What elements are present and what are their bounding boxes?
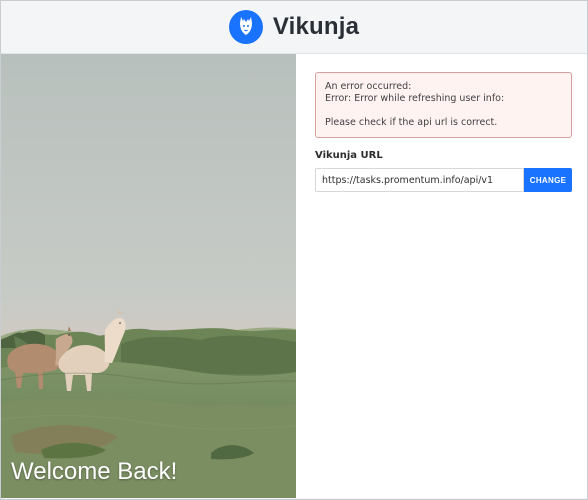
login-content: Welcome Back! An error occurred: Error: … <box>1 53 587 498</box>
login-panel: An error occurred: Error: Error while re… <box>315 72 572 192</box>
vikunja-url-label: Vikunja URL <box>315 150 383 161</box>
error-message-spacer <box>325 105 562 117</box>
vikunja-url-row: CHANGE <box>315 168 572 192</box>
error-message-line: Please check if the api url is correct. <box>325 117 498 128</box>
hero-image-panel: Welcome Back! <box>1 54 296 498</box>
llama-logo-icon <box>228 10 263 44</box>
change-url-button[interactable]: CHANGE <box>524 168 572 192</box>
error-message-line: Error: Error while refreshing user info: <box>325 93 505 104</box>
top-header: Vikunja <box>1 1 587 53</box>
error-message-line: An error occurred: <box>325 81 412 92</box>
vikunja-url-input[interactable] <box>315 168 524 192</box>
welcome-heading: Welcome Back! <box>11 458 178 485</box>
app-window: Vikunja Welcome Back! An error occurred:… <box>0 0 588 500</box>
app-title: Vikunja <box>272 13 360 40</box>
error-message-box: An error occurred: Error: Error while re… <box>315 72 572 138</box>
alpaca-landscape-image <box>1 54 296 498</box>
